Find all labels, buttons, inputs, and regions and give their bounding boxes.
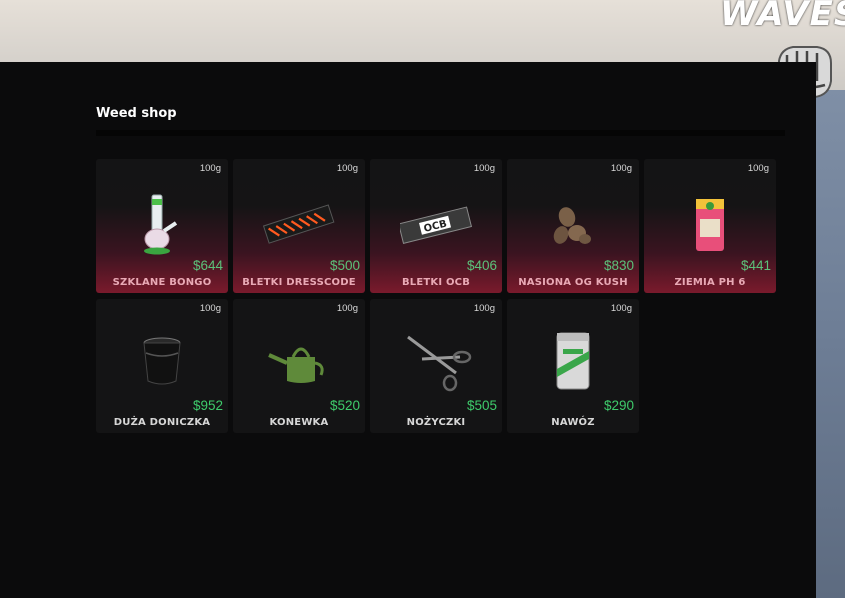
item-weight: 100g: [199, 303, 221, 314]
item-price: $406: [466, 258, 497, 273]
item-weight: 100g: [473, 303, 495, 314]
background-scene: [816, 90, 845, 598]
item-card-bletki-dresscode[interactable]: 100g $500 BLETKI DRESSCODE: [233, 159, 365, 293]
item-weight: 100g: [336, 163, 358, 174]
item-card-nozyczki[interactable]: 100g $505 NOŻYCZKI: [370, 299, 502, 433]
bong-icon: [144, 194, 178, 255]
shop-title: Weed shop: [96, 106, 177, 121]
item-price: $290: [603, 398, 634, 413]
item-card-ziemia-ph-6[interactable]: 100g $441 ZIEMIA PH 6: [644, 159, 776, 293]
item-card-nawoz[interactable]: 100g $290 NAWÓZ: [507, 299, 639, 433]
fertilizer-can-icon: [556, 332, 590, 390]
scissors-icon: [407, 335, 472, 392]
item-price: $830: [603, 258, 634, 273]
item-weight: 100g: [473, 163, 495, 174]
item-weight: 100g: [747, 163, 769, 174]
item-price: $441: [740, 258, 771, 273]
item-price: $505: [466, 398, 497, 413]
item-weight: 100g: [199, 163, 221, 174]
item-price: $644: [192, 258, 223, 273]
shop-panel: Weed shop 100g $644 SZKLANE BONGO 100g $…: [0, 62, 816, 598]
item-name: SZKLANE BONGO: [112, 277, 212, 288]
item-name: ZIEMIA PH 6: [674, 277, 746, 288]
item-card-szklane-bongo[interactable]: 100g $644 SZKLANE BONGO: [96, 159, 228, 293]
item-name: KONEWKA: [269, 417, 329, 428]
seeds-icon: [553, 207, 591, 244]
item-card-duza-doniczka[interactable]: 100g $952 DUŻA DONICZKA: [96, 299, 228, 433]
item-name: NAWÓZ: [551, 417, 595, 428]
item-weight: 100g: [610, 163, 632, 174]
item-name: BLETKI OCB: [401, 277, 471, 288]
item-name: NOŻYCZKI: [406, 417, 466, 428]
item-name: DUŻA DONICZKA: [113, 417, 211, 428]
pot-icon: [143, 337, 181, 385]
rolling-papers-dresscode-icon: [263, 204, 335, 244]
item-card-konewka[interactable]: 100g $520 KONEWKA: [233, 299, 365, 433]
title-divider: [96, 130, 785, 136]
soil-bag-icon: [696, 199, 724, 251]
item-card-nasiona-og-kush[interactable]: 100g $830 NASIONA OG KUSH: [507, 159, 639, 293]
item-price: $952: [192, 398, 223, 413]
item-weight: 100g: [336, 303, 358, 314]
item-price: $500: [329, 258, 360, 273]
item-weight: 100g: [610, 303, 632, 314]
item-name: NASIONA OG KUSH: [518, 277, 628, 288]
watering-can-icon: [268, 347, 324, 383]
rolling-papers-ocb-icon: OCB: [400, 206, 472, 245]
brand-logo-text: WAVES: [720, 0, 845, 34]
item-price: $520: [329, 398, 360, 413]
item-card-bletki-ocb[interactable]: 100g OCB $406 BLETKI OCB: [370, 159, 502, 293]
item-name: BLETKI DRESSCODE: [242, 277, 356, 288]
